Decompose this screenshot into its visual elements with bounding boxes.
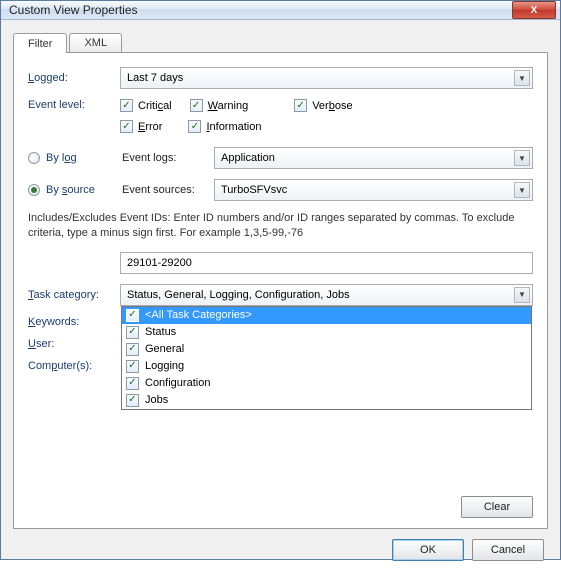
radio-by-source[interactable] [28,184,40,196]
checkbox-error[interactable]: ✓Error [120,120,162,133]
taskcategory-item-jobs[interactable]: ✓Jobs [122,392,531,409]
chevron-down-icon: ▼ [514,182,530,198]
check-icon: ✓ [126,309,139,322]
ok-button[interactable]: OK [392,539,464,561]
check-icon: ✓ [120,99,133,112]
check-icon: ✓ [126,377,139,390]
tab-xml[interactable]: XML [69,33,122,52]
eventlogs-dropdown[interactable]: Application ▼ [214,147,533,169]
taskcategory-item-status[interactable]: ✓Status [122,324,531,341]
label-eventlogs: Event logs: [122,152,214,164]
label-bylog: By log [46,152,122,164]
radio-by-log[interactable] [28,152,40,164]
label-eventsources: Event sources: [122,184,214,196]
taskcategory-item-configuration[interactable]: ✓Configuration [122,375,531,392]
label-user: User: [28,338,120,350]
check-icon: ✓ [120,120,133,133]
taskcategory-list: ✓<All Task Categories> ✓Status ✓General … [121,306,532,410]
check-icon: ✓ [126,326,139,339]
checkbox-critical[interactable]: ✓Critical [120,99,172,112]
check-icon: ✓ [126,394,139,407]
label-keywords: Keywords: [28,316,120,328]
close-icon: X [531,5,538,16]
eventsources-value: TurboSFVsvc [221,184,287,196]
logged-value: Last 7 days [127,72,183,84]
window-title: Custom View Properties [9,3,512,17]
chevron-down-icon: ▼ [514,287,530,303]
event-id-hint: Includes/Excludes Event IDs: Enter ID nu… [28,211,533,242]
tab-strip: Filter XML [13,30,548,52]
check-icon: ✓ [190,99,203,112]
checkbox-information[interactable]: ✓Information [188,120,261,133]
checkbox-warning[interactable]: ✓Warning [190,99,249,112]
taskcategory-item-general[interactable]: ✓General [122,341,531,358]
eventsources-dropdown[interactable]: TurboSFVsvc ▼ [214,179,533,201]
chevron-down-icon: ▼ [514,70,530,86]
titlebar: Custom View Properties X [1,1,560,20]
check-icon: ✓ [126,343,139,356]
dialog-window: Custom View Properties X Filter XML Logg… [0,0,561,560]
label-bysource: By source [46,184,122,196]
taskcategory-item-logging[interactable]: ✓Logging [122,358,531,375]
event-ids-input[interactable]: 29101-29200 [120,252,533,274]
label-logged: Logged: [28,72,120,84]
eventlogs-value: Application [221,152,275,164]
label-eventlevel: Event level: [28,99,120,111]
check-icon: ✓ [126,360,139,373]
label-computers: Computer(s): [28,360,120,372]
logged-dropdown[interactable]: Last 7 days ▼ [120,67,533,89]
taskcategory-value: Status, General, Logging, Configuration,… [127,289,350,301]
client-area: Filter XML Logged: Last 7 days ▼ Event l… [1,20,560,577]
check-icon: ✓ [294,99,307,112]
checkbox-verbose[interactable]: ✓Verbose [294,99,352,112]
tab-filter[interactable]: Filter [13,33,67,53]
taskcategory-dropdown[interactable]: Status, General, Logging, Configuration,… [120,284,533,306]
cancel-button[interactable]: Cancel [472,539,544,561]
check-icon: ✓ [188,120,201,133]
dialog-footer: OK Cancel [13,529,548,565]
taskcategory-item-all[interactable]: ✓<All Task Categories> [122,307,531,324]
label-taskcategory: Task category: [28,289,120,301]
chevron-down-icon: ▼ [514,150,530,166]
tab-body: Logged: Last 7 days ▼ Event level: ✓Crit… [13,52,548,529]
event-ids-value: 29101-29200 [127,257,192,269]
close-button[interactable]: X [512,1,556,19]
clear-button[interactable]: Clear [461,496,533,518]
